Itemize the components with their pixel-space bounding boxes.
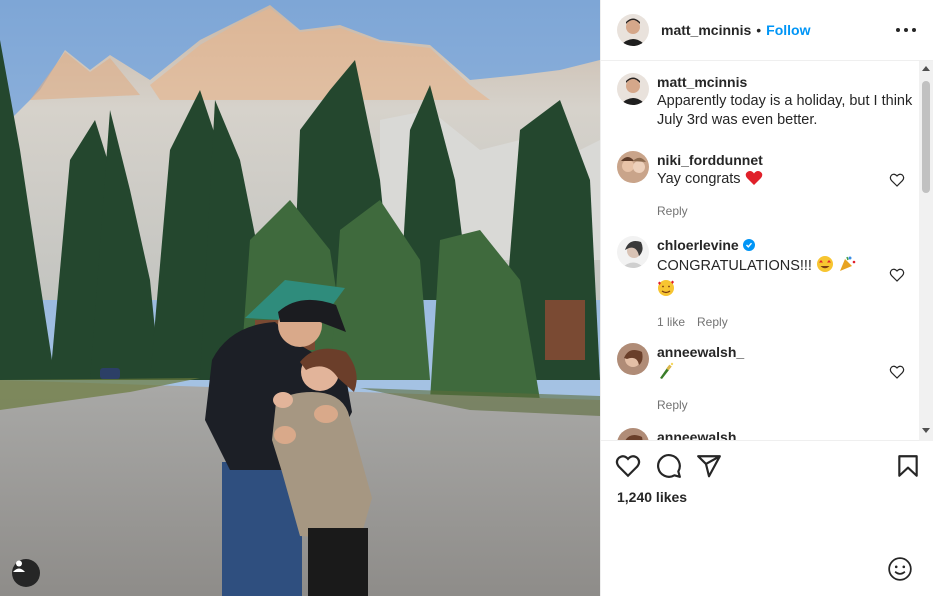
comment-username[interactable]: chloerlevine <box>657 236 739 254</box>
verified-icon <box>742 239 755 251</box>
couple-mountain-photo <box>0 0 600 596</box>
heart-eyes-emoji-icon <box>816 255 834 279</box>
red-heart-icon <box>745 170 763 192</box>
champagne-bottle-emoji-icon <box>657 362 675 386</box>
comment-text: CONGRATULATIONS!!! <box>657 258 812 274</box>
scrollbar-thumb[interactable] <box>922 81 930 193</box>
comment-icon[interactable] <box>656 453 682 479</box>
emoji-icon[interactable] <box>887 556 913 582</box>
scroll-up-arrow-icon[interactable] <box>922 66 930 71</box>
smiling-face-with-hearts-emoji-icon <box>657 279 675 303</box>
comment-username[interactable]: anneewalsh_ <box>657 343 887 361</box>
separator-dot: • <box>756 22 762 38</box>
share-icon[interactable] <box>696 453 722 479</box>
post-actions <box>601 453 933 483</box>
more-icon[interactable] <box>894 20 918 40</box>
likes-count[interactable]: 1,240 likes <box>617 489 687 505</box>
party-popper-emoji-icon <box>838 255 856 279</box>
bookmark-icon[interactable] <box>895 453 921 479</box>
reply-button[interactable]: Reply <box>697 315 728 329</box>
caption-username[interactable]: matt_mcinnis <box>657 73 887 91</box>
like-comment-heart-icon[interactable] <box>889 172 905 188</box>
user-tag-icon[interactable] <box>12 559 40 587</box>
commenter-avatar[interactable] <box>617 151 649 183</box>
commenter-avatar[interactable] <box>617 343 649 375</box>
like-comment-heart-icon[interactable] <box>889 364 905 380</box>
post-side-panel: matt_mcinnis • Follow matt_mcinnis Appar… <box>600 0 933 596</box>
follow-button[interactable]: Follow <box>766 22 810 38</box>
commenter-avatar[interactable] <box>617 236 649 268</box>
comment-likes-count[interactable]: 1 like <box>657 315 685 329</box>
caption-text: Apparently today is a holiday, but I thi… <box>657 93 913 128</box>
heart-icon[interactable] <box>615 453 641 479</box>
scroll-down-arrow-icon[interactable] <box>922 428 930 433</box>
comment-username[interactable]: niki_forddunnet <box>657 151 887 169</box>
comments-list[interactable]: matt_mcinnis Apparently today is a holid… <box>601 61 933 441</box>
comment-text: Yay congrats <box>657 171 741 187</box>
reply-button[interactable]: Reply <box>657 204 688 218</box>
post-photo[interactable] <box>0 0 600 596</box>
post-author-name[interactable]: matt_mcinnis <box>661 22 751 38</box>
author-avatar[interactable] <box>617 14 649 46</box>
commenter-avatar[interactable] <box>617 428 649 440</box>
author-avatar[interactable] <box>617 73 649 105</box>
reply-button[interactable]: Reply <box>657 398 688 412</box>
comment-username[interactable]: anneewalsh_ <box>657 428 887 440</box>
post-header: matt_mcinnis • Follow <box>601 0 933 61</box>
like-comment-heart-icon[interactable] <box>889 267 905 283</box>
